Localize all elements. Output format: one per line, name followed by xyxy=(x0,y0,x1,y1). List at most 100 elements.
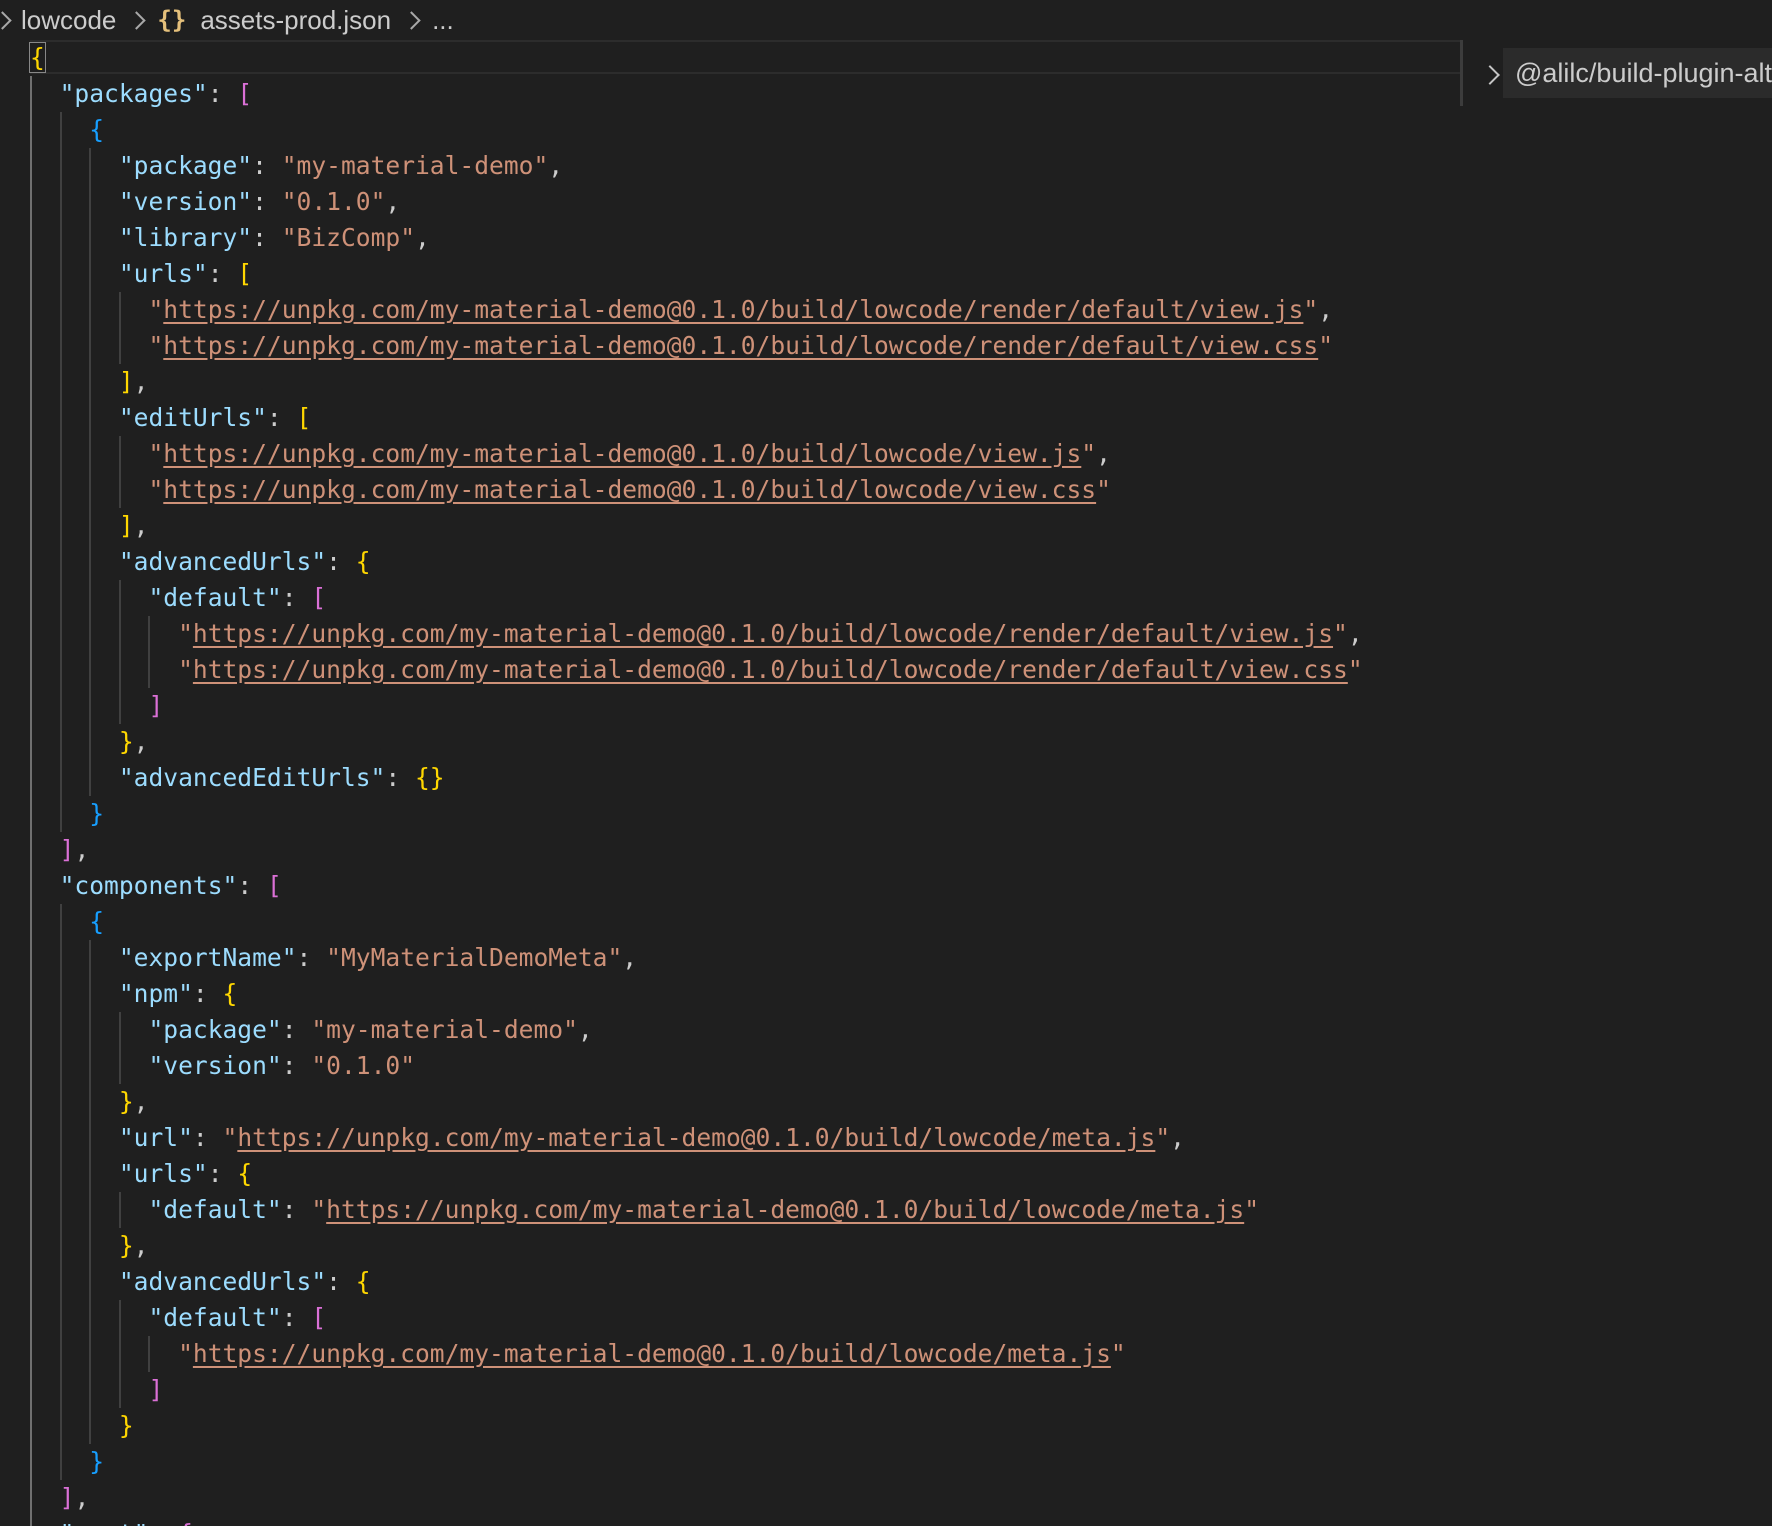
json-string: " xyxy=(1081,439,1097,468)
json-url-link[interactable]: https://unpkg.com/my-material-demo@0.1.0… xyxy=(193,655,1348,684)
json-key: "components" xyxy=(59,871,238,900)
json-string: "MyMaterialDemoMeta" xyxy=(326,943,623,972)
bracket: } xyxy=(89,799,105,828)
breadcrumb-file[interactable]: assets-prod.json xyxy=(200,5,391,36)
json-key: "sort" xyxy=(60,1519,149,1526)
json-url-link[interactable]: https://unpkg.com/my-material-demo@0.1.0… xyxy=(163,439,1081,468)
code-line[interactable]: } xyxy=(30,1408,134,1444)
code-line[interactable]: "https://unpkg.com/my-material-demo@0.1.… xyxy=(30,652,1363,688)
code-line[interactable]: "default": "https://unpkg.com/my-materia… xyxy=(30,1192,1259,1228)
json-key: "urls" xyxy=(118,259,208,288)
chevron-right-icon[interactable] xyxy=(1480,65,1500,85)
sticky-scroll-label[interactable]: @alilc/build-plugin-alt xyxy=(1503,48,1772,98)
punctuation xyxy=(30,655,178,684)
chevron-right-icon xyxy=(0,10,12,30)
code-line[interactable]: "url": "https://unpkg.com/my-material-de… xyxy=(30,1120,1185,1156)
code-line[interactable]: "advancedUrls": { xyxy=(30,1264,371,1300)
punctuation: , xyxy=(1318,295,1334,324)
punctuation: : xyxy=(252,151,282,180)
punctuation: , xyxy=(74,835,90,864)
punctuation: , xyxy=(622,943,638,972)
code-line[interactable]: "components": [ xyxy=(30,868,282,904)
punctuation: : xyxy=(192,1123,223,1152)
code-line[interactable]: "https://unpkg.com/my-material-demo@0.1.… xyxy=(30,328,1333,364)
code-line[interactable]: } xyxy=(30,1444,104,1480)
code-line[interactable]: "package": "my-material-demo", xyxy=(30,148,563,184)
punctuation xyxy=(30,1159,119,1188)
json-url-link[interactable]: https://unpkg.com/my-material-demo@0.1.0… xyxy=(193,619,1333,648)
json-string: " xyxy=(148,331,164,360)
indent-guide xyxy=(59,904,62,1480)
bracket: [ xyxy=(311,1303,327,1332)
json-url-link[interactable]: https://unpkg.com/my-material-demo@0.1.0… xyxy=(193,1339,1111,1368)
code-line[interactable]: "version": "0.1.0", xyxy=(30,184,400,220)
code-line[interactable]: { xyxy=(30,112,104,148)
punctuation xyxy=(30,1483,60,1512)
code-line[interactable]: ] xyxy=(30,688,163,724)
json-key: "library" xyxy=(118,223,253,252)
code-line[interactable]: ] xyxy=(30,1372,163,1408)
bracket: ] xyxy=(59,835,75,864)
code-line[interactable]: "advancedEditUrls": {} xyxy=(30,760,445,796)
punctuation: , xyxy=(133,727,149,756)
code-line[interactable]: "advancedUrls": { xyxy=(30,544,371,580)
bracket: { xyxy=(29,42,46,73)
json-key: "advancedEditUrls" xyxy=(118,763,386,792)
code-line[interactable]: "urls": { xyxy=(30,1156,252,1192)
json-url-link[interactable]: https://unpkg.com/my-material-demo@0.1.0… xyxy=(326,1195,1244,1224)
code-line[interactable]: "https://unpkg.com/my-material-demo@0.1.… xyxy=(30,616,1363,652)
json-url-link[interactable]: https://unpkg.com/my-material-demo@0.1.0… xyxy=(163,295,1303,324)
code-line[interactable]: "default": [ xyxy=(30,1300,326,1336)
code-line[interactable]: "https://unpkg.com/my-material-demo@0.1.… xyxy=(30,436,1110,472)
bracket: [ xyxy=(296,403,312,432)
json-url-link[interactable]: https://unpkg.com/my-material-demo@0.1.0… xyxy=(163,475,1096,504)
punctuation: : xyxy=(281,583,312,612)
json-key: "packages" xyxy=(59,79,208,108)
json-key: "npm" xyxy=(118,979,193,1008)
sticky-scroll-header[interactable]: @alilc/build-plugin-alt xyxy=(1460,40,1772,106)
punctuation: , xyxy=(1170,1123,1185,1152)
punctuation: , xyxy=(74,1483,90,1512)
json-string: " xyxy=(222,1123,238,1152)
code-line[interactable]: { xyxy=(30,904,104,940)
punctuation: , xyxy=(415,223,430,252)
json-url-link[interactable]: https://unpkg.com/my-material-demo@0.1.0… xyxy=(163,331,1318,360)
bracket: { xyxy=(355,1267,371,1296)
json-string: "my-material-demo" xyxy=(281,151,549,180)
code-line[interactable]: "https://unpkg.com/my-material-demo@0.1.… xyxy=(30,292,1333,328)
json-key: "exportName" xyxy=(118,943,297,972)
punctuation xyxy=(30,763,119,792)
bracket: {} xyxy=(415,763,445,792)
json-key: "version" xyxy=(148,1051,282,1080)
code-line[interactable]: "packages": [ xyxy=(30,76,253,112)
json-key: "package" xyxy=(118,151,253,180)
code-line[interactable]: "default": [ xyxy=(30,580,326,616)
code-line[interactable]: "https://unpkg.com/my-material-demo@0.1.… xyxy=(30,1336,1126,1372)
code-line[interactable]: "version": "0.1.0" xyxy=(30,1048,415,1084)
code-editor[interactable]: { "packages": [ { "package": "my-materia… xyxy=(0,40,1772,1526)
bracket: ] xyxy=(148,691,164,720)
indent-guide xyxy=(30,76,32,1526)
bracket: { xyxy=(178,1519,193,1526)
code-line[interactable]: "sort": { xyxy=(30,1516,193,1526)
code-line[interactable]: ], xyxy=(30,832,90,868)
breadcrumb-more[interactable]: ... xyxy=(432,5,454,36)
json-string: " xyxy=(1244,1195,1259,1224)
code-line[interactable]: "editUrls": [ xyxy=(30,400,312,436)
code-line[interactable]: ], xyxy=(30,1480,90,1516)
code-line[interactable]: "https://unpkg.com/my-material-demo@0.1.… xyxy=(30,472,1110,508)
code-line[interactable]: "exportName": "MyMaterialDemoMeta", xyxy=(30,940,637,976)
indent-guide xyxy=(148,616,151,688)
punctuation xyxy=(30,187,119,216)
punctuation: , xyxy=(133,511,149,540)
code-line[interactable]: { xyxy=(29,40,46,76)
code-line[interactable]: } xyxy=(30,796,104,832)
punctuation xyxy=(30,79,60,108)
breadcrumb-folder[interactable]: lowcode xyxy=(21,5,116,36)
json-url-link[interactable]: https://unpkg.com/my-material-demo@0.1.0… xyxy=(237,1123,1155,1152)
code-line[interactable]: "urls": [ xyxy=(30,256,252,292)
bracket: ] xyxy=(59,1483,75,1512)
punctuation: : xyxy=(207,1159,238,1188)
json-string: " xyxy=(178,655,193,684)
code-line[interactable]: "package": "my-material-demo", xyxy=(30,1012,592,1048)
